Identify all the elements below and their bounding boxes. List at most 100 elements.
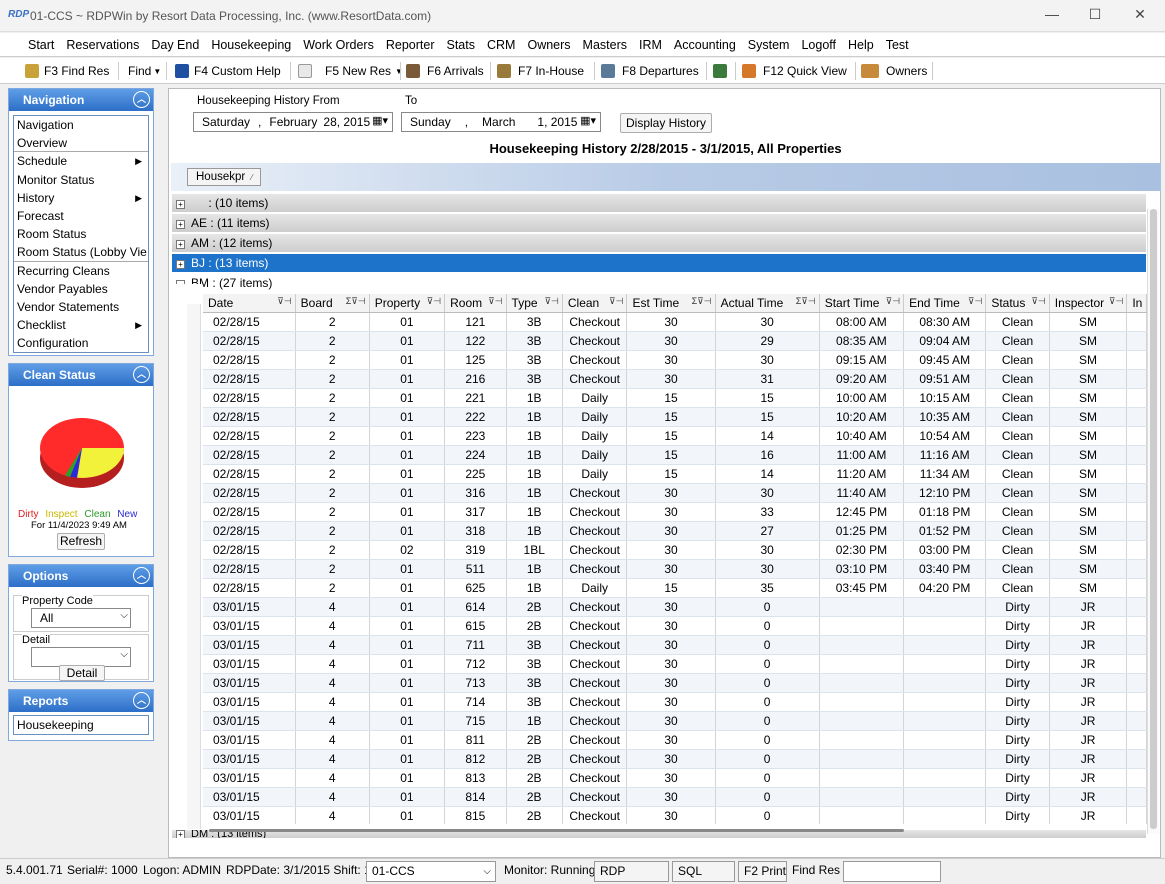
filter-icon[interactable]: ⊽⊣: [886, 296, 900, 307]
nav-item-navigation[interactable]: Navigation: [14, 116, 148, 134]
rdp-support-button[interactable]: RDP Support: [594, 861, 669, 884]
menu-owners[interactable]: Owners: [521, 38, 576, 52]
group-row-am[interactable]: + AM : (12 items): [172, 234, 1146, 253]
column-header-inspector[interactable]: Inspector ⊽⊣: [1049, 294, 1128, 313]
vertical-scroll-thumb[interactable]: [1150, 209, 1157, 829]
property-code-select[interactable]: All ⌵: [31, 608, 131, 628]
f2-print-button[interactable]: F2 Print: [738, 861, 787, 882]
maximize-icon[interactable]: ☐: [1085, 6, 1105, 26]
menu-accounting[interactable]: Accounting: [668, 38, 742, 52]
filter-icon[interactable]: ⊽⊣: [1109, 296, 1123, 307]
detail-button[interactable]: Detail: [59, 665, 105, 681]
table-row[interactable]: 02/28/15 2 01 121 3B Checkout 30 30 08:00 AM 08:3…: [203, 312, 1147, 332]
menu-work-orders[interactable]: Work Orders: [297, 38, 380, 52]
table-row[interactable]: 03/01/15 4 01 812 2B Checkout 30 0 Dirty JR: [203, 749, 1147, 769]
table-row[interactable]: 03/01/15 4 01 615 2B Checkout 30 0 Dirty JR: [203, 616, 1147, 636]
column-header-status[interactable]: Status ⊽⊣: [985, 294, 1050, 313]
column-header-room[interactable]: Room ⊽⊣: [444, 294, 507, 313]
quick-view-button[interactable]: F12 Quick View: [742, 61, 847, 81]
nav-item-vendor-statements[interactable]: Vendor Statements: [14, 298, 148, 316]
table-row[interactable]: 02/28/15 2 01 223 1B Daily 15 14 10:40 AM 10:54 A…: [203, 426, 1147, 446]
menu-day-end[interactable]: Day End: [145, 38, 205, 52]
collapse-icon[interactable]: ︿: [133, 91, 150, 108]
filter-icon[interactable]: Σ⊽⊣: [692, 296, 712, 307]
table-row[interactable]: 03/01/15 4 01 714 3B Checkout 30 0 Dirty JR: [203, 692, 1147, 712]
filter-icon[interactable]: ⊽⊣: [609, 296, 623, 307]
refresh-button[interactable]: Refresh: [57, 533, 105, 550]
menu-reservations[interactable]: Reservations: [60, 38, 145, 52]
filter-icon[interactable]: ⊽⊣: [544, 296, 558, 307]
sql-trace-button[interactable]: SQL Trace: [672, 861, 735, 884]
filter-icon[interactable]: ⊽⊣: [1031, 296, 1045, 307]
filter-icon[interactable]: ⊽⊣: [277, 296, 291, 307]
table-row[interactable]: 03/01/15 4 01 713 3B Checkout 30 0 Dirty JR: [203, 673, 1147, 693]
table-row[interactable]: 03/01/15 4 01 712 3B Checkout 30 0 Dirty JR: [203, 654, 1147, 674]
table-row[interactable]: 03/01/15 4 01 815 2B Checkout 30 0 Dirty JR: [203, 806, 1147, 824]
table-row[interactable]: 02/28/15 2 01 122 3B Checkout 30 29 08:35 AM 09:0…: [203, 331, 1147, 351]
nav-item-configuration[interactable]: Configuration: [14, 334, 148, 352]
menu-start[interactable]: Start: [22, 38, 60, 52]
collapse-icon[interactable]: ︿: [133, 567, 150, 584]
filter-icon[interactable]: ⊽⊣: [488, 296, 502, 307]
nav-item-room-status-lobby-vie[interactable]: Room Status (Lobby Vie: [14, 243, 148, 262]
table-row[interactable]: 02/28/15 2 01 318 1B Checkout 30 27 01:25 PM 01:5…: [203, 521, 1147, 541]
group-row-ae[interactable]: + AE : (11 items): [172, 214, 1146, 233]
nav-item-overview[interactable]: Overview: [14, 134, 148, 153]
expand-icon[interactable]: +: [176, 830, 185, 838]
table-row[interactable]: 02/28/15 2 01 225 1B Daily 15 14 11:20 AM 11:34 A…: [203, 464, 1147, 484]
horizontal-scrollbar[interactable]: [209, 825, 1149, 837]
nav-item-vendor-payables[interactable]: Vendor Payables: [14, 280, 148, 298]
from-date-picker[interactable]: Saturday, February 28, 2015 ▦▾: [193, 112, 393, 132]
table-row[interactable]: 03/01/15 4 01 715 1B Checkout 30 0 Dirty JR: [203, 711, 1147, 731]
column-header-end-time[interactable]: End Time ⊽⊣: [903, 294, 987, 313]
expand-icon[interactable]: +: [176, 240, 185, 249]
group-row-bj[interactable]: + BJ : (13 items): [172, 254, 1146, 273]
table-row[interactable]: 02/28/15 2 01 317 1B Checkout 30 33 12:45 PM 01:1…: [203, 502, 1147, 522]
nav-item-monitor-status[interactable]: Monitor Status: [14, 171, 148, 189]
table-row[interactable]: 03/01/15 4 01 811 2B Checkout 30 0 Dirty JR: [203, 730, 1147, 750]
close-icon[interactable]: ✕: [1130, 6, 1150, 26]
collapse-icon[interactable]: ︿: [133, 692, 150, 709]
table-row[interactable]: 02/28/15 2 01 216 3B Checkout 30 31 09:20 AM 09:5…: [203, 369, 1147, 389]
table-row[interactable]: 03/01/15 4 01 711 3B Checkout 30 0 Dirty JR: [203, 635, 1147, 655]
to-date-picker[interactable]: Sunday, March 1, 2015 ▦▾: [401, 112, 601, 132]
group-row-bm[interactable]: −BM : (27 items): [172, 274, 1146, 293]
column-header-start-time[interactable]: Start Time ⊽⊣: [819, 294, 905, 313]
in-house-button[interactable]: F7 In-House: [497, 61, 584, 81]
column-header-actual-time[interactable]: Actual Time Σ⊽⊣: [715, 294, 820, 313]
expand-icon[interactable]: +: [176, 200, 185, 209]
custom-help-button[interactable]: F4 Custom Help: [175, 61, 281, 81]
table-row[interactable]: 03/01/15 4 01 813 2B Checkout 30 0 Dirty JR: [203, 768, 1147, 788]
column-header-est-time[interactable]: Est Time Σ⊽⊣: [626, 294, 716, 313]
menu-housekeeping[interactable]: Housekeeping: [205, 38, 297, 52]
nav-item-forecast[interactable]: Forecast: [14, 207, 148, 225]
menu-test[interactable]: Test: [880, 38, 915, 52]
nav-item-room-status[interactable]: Room Status: [14, 225, 148, 243]
filter-icon[interactable]: ⊽⊣: [968, 296, 982, 307]
group-by-housekpr-chip[interactable]: Housekpr ⁄: [187, 168, 261, 186]
horizontal-scroll-thumb[interactable]: [209, 829, 904, 832]
group-row-blank[interactable]: + : (10 items): [172, 194, 1146, 213]
departures-button[interactable]: F8 Departures: [601, 61, 699, 81]
find-res-button[interactable]: F3 Find Res: [25, 61, 109, 81]
table-row[interactable]: 02/28/15 2 01 625 1B Daily 15 35 03:45 PM 04:20 P…: [203, 578, 1147, 598]
menu-help[interactable]: Help: [842, 38, 880, 52]
calendar-icon[interactable]: ▦▾: [372, 114, 388, 127]
nav-item-checklist[interactable]: Checklist ▶: [14, 316, 148, 334]
table-row[interactable]: 02/28/15 2 01 222 1B Daily 15 15 10:20 AM 10:35 A…: [203, 407, 1147, 427]
table-row[interactable]: 02/28/15 2 01 511 1B Checkout 30 30 03:10 PM 03:4…: [203, 559, 1147, 579]
column-header-property[interactable]: Property ⊽⊣: [369, 294, 446, 313]
minimize-icon[interactable]: —: [1042, 6, 1062, 26]
find-res-input[interactable]: [843, 861, 941, 882]
nav-item-recurring-cleans[interactable]: Recurring Cleans: [14, 262, 148, 280]
filter-icon[interactable]: Σ⊽⊣: [346, 296, 366, 307]
menu-logoff[interactable]: Logoff: [795, 38, 842, 52]
navigation-header[interactable]: Navigation ︿: [9, 89, 153, 111]
options-header[interactable]: Options ︿: [9, 565, 153, 587]
column-header-date[interactable]: Date ⊽⊣: [203, 294, 296, 313]
arrivals-button[interactable]: F6 Arrivals: [406, 61, 484, 81]
menu-reporter[interactable]: Reporter: [380, 38, 441, 52]
column-header-in[interactable]: In: [1126, 294, 1147, 313]
expand-icon[interactable]: +: [176, 260, 185, 269]
find-dropdown[interactable]: Find ▼: [128, 61, 161, 81]
